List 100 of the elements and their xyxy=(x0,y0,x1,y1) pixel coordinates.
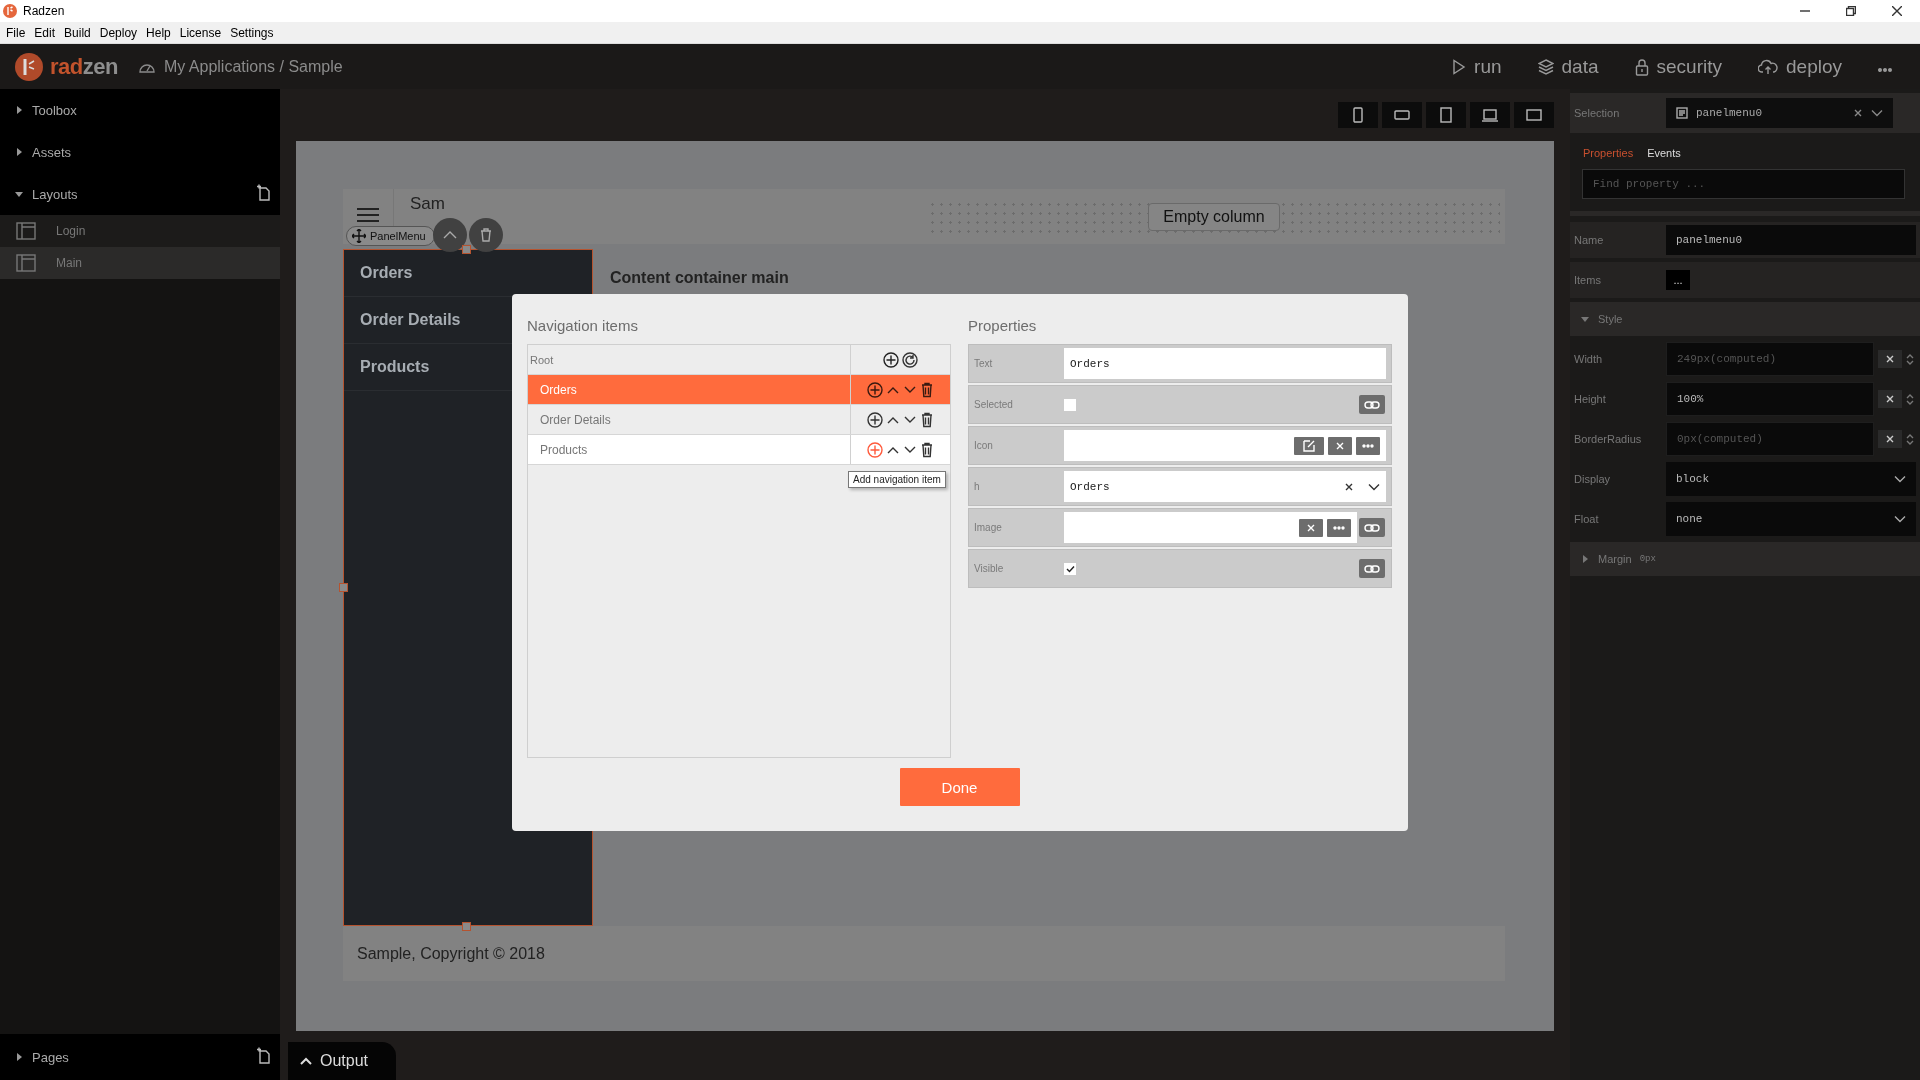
deploy-button[interactable]: deploy xyxy=(1758,55,1842,78)
cloud-upload-icon xyxy=(1758,58,1778,75)
trash-icon[interactable] xyxy=(920,441,934,458)
bind-button[interactable] xyxy=(1359,518,1385,537)
dialog-section-title: Properties xyxy=(968,316,1037,334)
security-button[interactable]: security xyxy=(1634,55,1722,78)
component-badge[interactable]: PanelMenu xyxy=(346,226,435,246)
number-field[interactable]: 0px(computed) xyxy=(1666,422,1874,456)
radzen-logo-icon xyxy=(14,51,44,82)
bind-button[interactable] xyxy=(1359,559,1385,578)
property-label: Selected xyxy=(973,399,1014,410)
data-button[interactable]: data xyxy=(1537,55,1599,78)
menu-item[interactable]: Edit xyxy=(30,25,61,40)
spin-down-icon[interactable] xyxy=(1906,439,1914,445)
trash-icon xyxy=(480,228,492,242)
close-icon[interactable] xyxy=(1892,6,1902,16)
property-label: Text xyxy=(973,358,994,369)
spin-up-icon[interactable] xyxy=(1906,433,1914,439)
caret-right-icon[interactable] xyxy=(14,105,24,115)
caret-right-icon[interactable] xyxy=(14,1052,24,1062)
icon-field[interactable] xyxy=(1064,430,1386,461)
tooltip: Add navigation item xyxy=(848,471,946,488)
panel-menu-item[interactable]: Orders xyxy=(360,264,413,282)
section-header[interactable]: Layouts xyxy=(32,186,78,202)
search-field[interactable]: Find property ... xyxy=(1582,169,1905,199)
more-icon[interactable] xyxy=(1878,67,1892,72)
text-field[interactable]: panelmenu0 xyxy=(1666,225,1916,255)
move-icon xyxy=(352,229,366,243)
menu-item[interactable]: Help xyxy=(142,25,176,40)
window-title: Radzen xyxy=(23,4,65,18)
new-file-icon[interactable] xyxy=(256,184,270,201)
section-header[interactable]: Pages xyxy=(32,1049,69,1065)
breadcrumb[interactable]: My Applications / Sample xyxy=(163,57,343,76)
resize-handle[interactable] xyxy=(462,922,471,931)
spin-down-icon[interactable] xyxy=(1906,399,1914,405)
spin-down-icon[interactable] xyxy=(1906,359,1914,365)
dropdown[interactable]: Orders xyxy=(1064,471,1386,502)
output-tab[interactable]: Output xyxy=(288,1042,396,1080)
menu-item[interactable]: License xyxy=(175,25,227,40)
navigation-item-row[interactable]: Products xyxy=(528,435,950,465)
text-field[interactable]: Orders xyxy=(1064,348,1386,379)
more-icon[interactable] xyxy=(1362,442,1374,449)
panel-tab[interactable]: Properties xyxy=(1583,147,1634,159)
field-label: Name xyxy=(1573,234,1605,246)
number-field[interactable]: 249px(computed) xyxy=(1666,342,1874,376)
dropdown[interactable]: block xyxy=(1666,462,1916,496)
run-button[interactable]: run xyxy=(1452,55,1502,78)
phone-icon[interactable] xyxy=(1350,107,1366,123)
new-file-icon[interactable] xyxy=(256,1047,270,1064)
menu-item[interactable]: Deploy xyxy=(95,25,143,40)
checkbox[interactable] xyxy=(1064,398,1076,411)
items-button[interactable]: ... xyxy=(1666,270,1690,290)
caret-right-icon[interactable] xyxy=(1580,554,1590,564)
close-icon[interactable] xyxy=(1853,108,1863,118)
phone-landscape-icon[interactable] xyxy=(1394,107,1410,123)
caret-right-icon[interactable] xyxy=(14,147,24,157)
field-label: BorderRadius xyxy=(1573,433,1643,445)
tree-root-label: Root xyxy=(529,352,555,368)
resize-handle[interactable] xyxy=(462,245,471,254)
trash-icon[interactable] xyxy=(920,411,934,428)
menu-item[interactable]: Build xyxy=(60,25,96,40)
menu-item[interactable]: Settings xyxy=(226,25,279,40)
panel-tab[interactable]: Events xyxy=(1647,147,1681,159)
panel-menu-item[interactable]: Order Details xyxy=(360,311,461,329)
spin-up-icon[interactable] xyxy=(1906,393,1914,399)
caret-down-icon[interactable] xyxy=(14,189,24,199)
property-label: Icon xyxy=(973,440,994,451)
field-label: Float xyxy=(1573,513,1600,525)
trash-icon[interactable] xyxy=(920,381,934,398)
chevron-down-icon[interactable] xyxy=(1894,475,1906,483)
more-icon[interactable] xyxy=(1333,524,1345,531)
monitor-icon[interactable] xyxy=(1526,107,1542,123)
image-field[interactable] xyxy=(1064,512,1357,543)
menu-item[interactable]: File xyxy=(2,25,31,40)
empty-column-label[interactable]: Empty column xyxy=(1148,202,1280,231)
add-icon[interactable] xyxy=(883,351,899,368)
checkbox[interactable] xyxy=(1064,562,1076,575)
number-field[interactable]: 100% xyxy=(1666,382,1874,416)
dropdown[interactable]: none xyxy=(1666,502,1916,536)
hamburger-menu-icon[interactable] xyxy=(357,207,379,222)
bind-button[interactable] xyxy=(1359,395,1385,414)
refresh-icon[interactable] xyxy=(902,351,918,368)
restore-icon[interactable] xyxy=(1846,6,1856,16)
caret-down-icon[interactable] xyxy=(1580,314,1590,324)
add-icon[interactable] xyxy=(867,381,883,398)
edit-icon[interactable] xyxy=(1303,439,1315,452)
layout-item[interactable]: Login xyxy=(0,215,280,247)
resize-handle[interactable] xyxy=(339,583,348,592)
chevron-down-icon[interactable] xyxy=(1368,482,1380,491)
close-icon[interactable] xyxy=(1344,481,1354,492)
add-icon[interactable] xyxy=(867,411,883,428)
panel-menu-item[interactable]: Products xyxy=(360,358,430,376)
header-title: Sam xyxy=(410,194,445,214)
section-header[interactable]: Assets xyxy=(32,144,71,160)
spin-up-icon[interactable] xyxy=(1906,353,1914,359)
laptop-icon[interactable] xyxy=(1482,107,1498,123)
chevron-down-icon[interactable] xyxy=(1894,515,1906,523)
section-header[interactable]: Toolbox xyxy=(32,102,77,118)
selection-dropdown[interactable]: panelmenu0 xyxy=(1666,98,1893,128)
tablet-icon[interactable] xyxy=(1438,107,1454,123)
